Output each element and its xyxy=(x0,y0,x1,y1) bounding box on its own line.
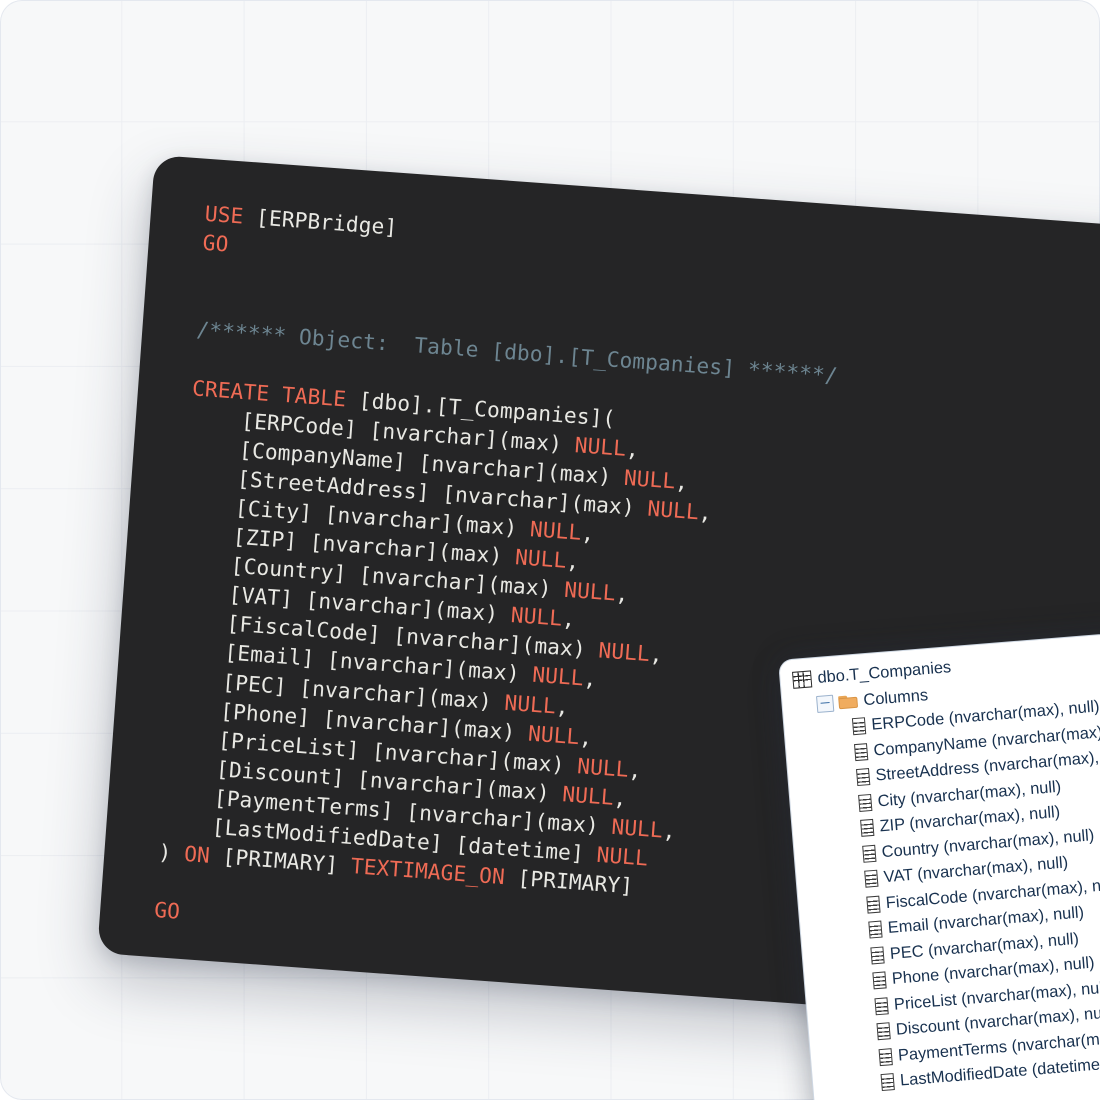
sql-keyword: NULL xyxy=(531,662,585,691)
column-icon xyxy=(862,844,877,863)
sql-keyword: NULL xyxy=(597,637,651,667)
object-explorer-card[interactable]: dbo.T_Companies Columns ERPCode (nvarchar(… xyxy=(778,625,1100,1100)
sql-text: , xyxy=(555,692,570,719)
folder-icon xyxy=(838,694,858,710)
column-icon xyxy=(874,997,889,1016)
sql-keyword: NULL xyxy=(514,544,568,573)
sql-keyword: NULL xyxy=(529,516,583,545)
column-icon xyxy=(876,1022,891,1041)
column-icon xyxy=(864,869,879,888)
sql-keyword: NULL xyxy=(510,602,564,631)
sql-text: , xyxy=(565,547,581,574)
table-icon xyxy=(792,670,813,690)
sql-keyword: NULL xyxy=(561,780,615,810)
column-icon xyxy=(853,742,869,761)
sql-text: , xyxy=(582,665,598,692)
object-explorer-tree[interactable]: dbo.T_Companies Columns ERPCode (nvarchar(… xyxy=(792,634,1100,1100)
column-icon xyxy=(860,819,875,838)
column-icon xyxy=(868,920,883,939)
sql-keyword: USE xyxy=(204,200,245,229)
column-icon xyxy=(872,971,887,990)
screenshot-stage: USE [ERPBridge] GO /****** Object: Table … xyxy=(0,0,1100,1100)
column-icon xyxy=(878,1047,893,1066)
sql-text: , xyxy=(625,435,640,462)
sql-keyword: NULL xyxy=(610,813,664,843)
sql-keyword: NULL xyxy=(503,689,557,718)
sql-keyword: NULL xyxy=(646,495,700,525)
sql-keyword: NULL xyxy=(576,752,630,782)
column-icon xyxy=(856,768,871,787)
sql-keyword: GO xyxy=(153,897,181,925)
column-icon xyxy=(866,895,881,914)
sql-keyword: GO xyxy=(201,229,230,257)
sql-keyword: ON xyxy=(183,841,211,868)
sql-text: , xyxy=(661,817,677,844)
tree-item-label: Keys xyxy=(890,1095,934,1100)
sql-keyword: NULL xyxy=(623,464,677,494)
sql-text: , xyxy=(612,784,628,811)
sql-text: , xyxy=(614,580,630,607)
sql-keyword: NULL xyxy=(563,576,617,606)
collapse-icon[interactable] xyxy=(815,694,835,713)
sql-keyword: NULL xyxy=(595,841,649,871)
sql-text: , xyxy=(580,519,596,546)
sql-text: , xyxy=(578,723,594,750)
sql-text: ) xyxy=(157,839,186,866)
column-icon xyxy=(851,717,867,736)
tree-item-label: Columns xyxy=(862,685,929,709)
sql-text: , xyxy=(561,605,576,632)
sql-text: , xyxy=(697,499,713,526)
sql-keyword: NULL xyxy=(573,431,628,461)
sql-keyword: NULL xyxy=(527,720,581,749)
sql-text: , xyxy=(674,468,690,495)
column-icon xyxy=(858,793,873,812)
sql-text: , xyxy=(627,756,643,783)
column-icon xyxy=(880,1073,895,1092)
column-icon xyxy=(870,946,885,965)
sql-text: , xyxy=(648,641,664,668)
